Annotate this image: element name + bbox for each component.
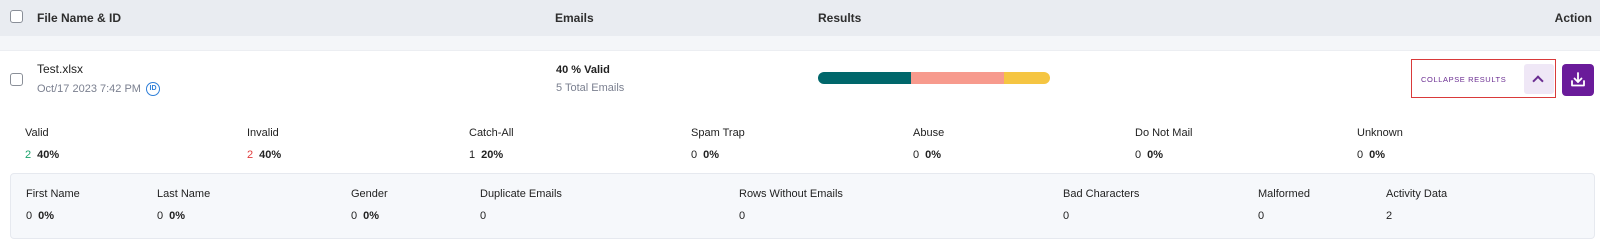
- stat-percent: 40%: [259, 149, 282, 161]
- select-all-checkbox[interactable]: [10, 10, 23, 23]
- results-bar-segment-invalid: [910, 72, 1004, 84]
- stat-do-not-mail: Do Not Mail 0 0%: [1135, 127, 1192, 161]
- detail-count: 0: [26, 210, 33, 222]
- detail-count: 0: [157, 210, 164, 222]
- stat-label: Do Not Mail: [1135, 127, 1193, 139]
- detail-last-name: Last Name 0 0%: [157, 188, 210, 222]
- results-column-header: Results: [818, 11, 862, 25]
- stat-label: Unknown: [1357, 127, 1403, 139]
- stat-percent: 0%: [1369, 149, 1386, 161]
- detail-count: 0: [739, 210, 746, 222]
- valid-percentage: 40 % Valid: [556, 64, 610, 76]
- row-divider: [0, 50, 1600, 51]
- stat-invalid: Invalid 2 40%: [247, 127, 281, 161]
- detail-activity-data: Activity Data 2: [1386, 188, 1447, 222]
- stat-label: Abuse: [913, 127, 945, 139]
- stat-label: Valid: [25, 127, 49, 139]
- stat-count: 0: [1135, 149, 1142, 161]
- detail-rows-without-emails: Rows Without Emails 0: [739, 188, 843, 222]
- total-emails: 5 Total Emails: [556, 82, 625, 94]
- details-panel: First Name 0 0% Last Name 0 0% Gender 0 0% …: [10, 173, 1595, 239]
- action-column-header: Action: [1554, 11, 1592, 25]
- emails-column-header: Emails: [555, 11, 594, 25]
- chevron-up-button[interactable]: [1524, 64, 1554, 94]
- stat-count: 2: [247, 149, 254, 161]
- header-spacer: [0, 36, 1600, 50]
- chevron-up-icon: [1532, 75, 1544, 87]
- detail-malformed: Malformed 0: [1258, 188, 1310, 222]
- detail-duplicate-emails: Duplicate Emails 0: [480, 188, 562, 222]
- detail-count: 0: [1063, 210, 1070, 222]
- detail-percent: 0%: [363, 210, 380, 222]
- stat-label: Invalid: [247, 127, 279, 139]
- detail-label: Duplicate Emails: [480, 188, 562, 200]
- detail-first-name: First Name 0 0%: [26, 188, 80, 222]
- detail-count: 2: [1386, 210, 1393, 222]
- detail-count: 0: [351, 210, 358, 222]
- detail-count: 0: [480, 210, 487, 222]
- detail-percent: 0%: [169, 210, 186, 222]
- detail-label: Gender: [351, 188, 388, 200]
- stat-percent: 0%: [925, 149, 942, 161]
- stat-count: 0: [691, 149, 698, 161]
- stat-count: 0: [913, 149, 920, 161]
- row-checkbox[interactable]: [10, 73, 23, 86]
- stat-percent: 40%: [37, 149, 60, 161]
- detail-label: Malformed: [1258, 188, 1310, 200]
- stat-label: Catch-All: [469, 127, 514, 139]
- detail-count: 0: [1258, 210, 1265, 222]
- stat-count: 1: [469, 149, 476, 161]
- detail-label: Last Name: [157, 188, 211, 200]
- stat-valid: Valid 2 40%: [25, 127, 59, 161]
- file-date: Oct/17 2023 7:42 PM: [37, 83, 141, 95]
- id-icon[interactable]: ID: [146, 82, 160, 96]
- detail-label: First Name: [26, 188, 80, 200]
- file-name[interactable]: Test.xlsx: [37, 62, 83, 76]
- stat-percent: 0%: [703, 149, 720, 161]
- table-header: File Name & ID Emails Results Action: [0, 0, 1600, 36]
- download-button[interactable]: [1562, 64, 1594, 96]
- results-progress-bar: [818, 72, 1050, 84]
- detail-bad-characters: Bad Characters 0: [1063, 188, 1139, 222]
- results-bar-segment-valid: [818, 72, 911, 84]
- stat-count: 2: [25, 149, 32, 161]
- download-icon: [1571, 72, 1585, 87]
- detail-label: Bad Characters: [1063, 188, 1140, 200]
- stat-percent: 0%: [1147, 149, 1164, 161]
- stat-unknown: Unknown 0 0%: [1357, 127, 1403, 161]
- results-bar-segment-catch-all: [1003, 72, 1050, 84]
- collapse-results-label: COLLAPSE RESULTS: [1421, 75, 1507, 84]
- stat-label: Spam Trap: [691, 127, 745, 139]
- collapse-results-button[interactable]: COLLAPSE RESULTS: [1411, 59, 1556, 98]
- stat-catch-all: Catch-All 1 20%: [469, 127, 514, 161]
- stat-abuse: Abuse 0 0%: [913, 127, 944, 161]
- stat-count: 0: [1357, 149, 1364, 161]
- detail-gender: Gender 0 0%: [351, 188, 388, 222]
- stat-percent: 20%: [481, 149, 504, 161]
- detail-label: Rows Without Emails: [739, 188, 843, 200]
- stat-spam-trap: Spam Trap 0 0%: [691, 127, 745, 161]
- detail-label: Activity Data: [1386, 188, 1448, 200]
- detail-percent: 0%: [38, 210, 55, 222]
- file-name-column-header: File Name & ID: [37, 11, 122, 25]
